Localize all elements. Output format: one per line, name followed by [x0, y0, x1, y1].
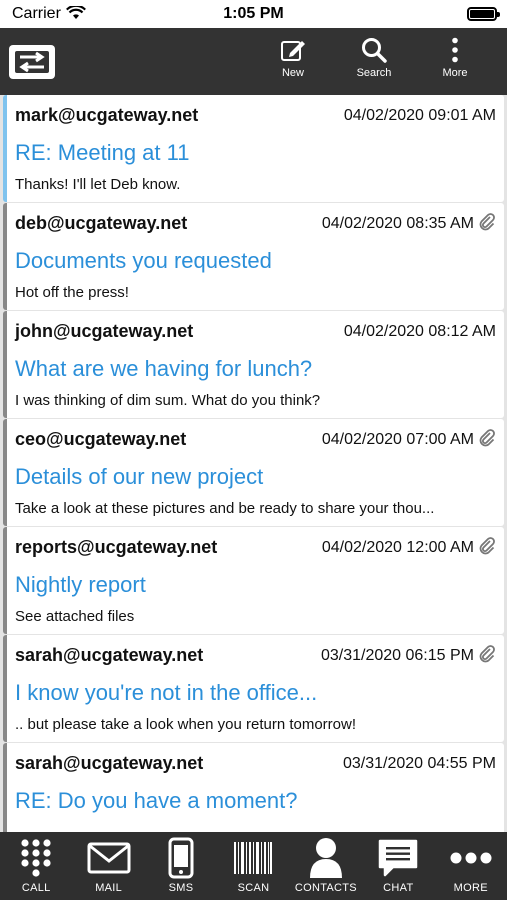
message-date: 04/02/2020 07:00 AM [321, 431, 474, 448]
message-item[interactable]: reports@ucgateway.net 04/02/2020 12:00 A… [3, 527, 504, 634]
phone-icon [168, 837, 194, 879]
message-sender: mark@ucgateway.net [15, 105, 199, 125]
tab-label: MORE [453, 882, 488, 894]
new-label: New [281, 67, 304, 79]
message-preview: I was thinking of dim sum. What do you t… [15, 392, 321, 409]
bottom-tab-bar: CALL MAIL SMS SCAN CONTACTS CHAT MORE [0, 832, 507, 900]
tab-label: MAIL [95, 882, 123, 894]
tab-mail[interactable]: MAIL [72, 832, 144, 900]
compose-icon [281, 41, 305, 61]
message-sender: reports@ucgateway.net [15, 537, 218, 557]
paperclip-icon [479, 429, 495, 447]
message-sender: john@ucgateway.net [15, 321, 194, 341]
message-item[interactable]: sarah@ucgateway.net 03/31/2020 04:55 PM … [3, 743, 504, 832]
message-subject: Details of our new project [15, 464, 264, 489]
mail-icon [87, 842, 131, 874]
tab-label: CALL [21, 882, 51, 894]
message-subject: Documents you requested [15, 248, 272, 273]
message-sender: ceo@ucgateway.net [15, 429, 187, 449]
search-button[interactable]: Search [344, 37, 404, 79]
more-menu-button[interactable]: More [425, 37, 485, 79]
message-date: 03/31/2020 04:55 PM [342, 755, 496, 772]
message-subject: RE: Do you have a moment? [15, 788, 298, 813]
message-subject: Nightly report [15, 572, 146, 597]
message-sender: deb@ucgateway.net [15, 213, 188, 233]
message-preview: See attached files [15, 608, 135, 625]
message-preview: Thanks! I'll let Deb know. [15, 176, 181, 193]
chat-icon [379, 839, 418, 877]
vertical-dots-icon [452, 37, 458, 63]
tab-chat[interactable]: CHAT [362, 832, 434, 900]
tab-sms[interactable]: SMS [145, 832, 217, 900]
status-bar: Carrier 1:05 PM [0, 0, 507, 28]
more-dots-icon [450, 852, 492, 864]
tab-more[interactable]: MORE [435, 832, 507, 900]
message-date: 04/02/2020 12:00 AM [321, 539, 474, 556]
message-item[interactable]: ceo@ucgateway.net 04/02/2020 07:00 AM De… [3, 419, 504, 526]
dialpad-icon [21, 839, 51, 877]
search-icon [362, 38, 387, 63]
message-date: 04/02/2020 08:35 AM [321, 215, 474, 232]
tab-contacts[interactable]: CONTACTS [290, 832, 362, 900]
clock: 1:05 PM [223, 5, 284, 22]
paperclip-icon [479, 537, 495, 555]
tab-label: CONTACTS [294, 882, 357, 894]
message-preview: Take a look at these pictures and be rea… [15, 500, 435, 517]
message-list[interactable]: mark@ucgateway.net 04/02/2020 09:01 AM R… [0, 95, 507, 832]
message-subject: RE: Meeting at 11 [15, 140, 190, 165]
search-label: Search [356, 67, 392, 79]
message-subject: What are we having for lunch? [15, 356, 313, 381]
contact-icon [309, 838, 342, 878]
toolbar: New Search More [0, 28, 507, 95]
battery-icon [467, 7, 500, 21]
message-item[interactable]: sarah@ucgateway.net 03/31/2020 06:15 PM … [3, 635, 504, 742]
message-sender: sarah@ucgateway.net [15, 645, 204, 665]
message-preview: .. but please take a look when you retur… [15, 716, 357, 733]
tab-label: SMS [168, 882, 194, 894]
app-logo-icon [9, 45, 55, 79]
tab-scan[interactable]: SCAN [217, 832, 289, 900]
barcode-icon [234, 842, 273, 874]
paperclip-icon [479, 645, 495, 663]
more-label: More [442, 67, 468, 79]
message-subject: I know you're not in the office... [15, 680, 318, 705]
message-sender: sarah@ucgateway.net [15, 753, 204, 773]
paperclip-icon [479, 213, 495, 231]
message-date: 04/02/2020 09:01 AM [343, 107, 496, 124]
tab-label: SCAN [237, 882, 270, 894]
message-item[interactable]: john@ucgateway.net 04/02/2020 08:12 AM W… [3, 311, 504, 418]
message-item[interactable]: deb@ucgateway.net 04/02/2020 08:35 AM Do… [3, 203, 504, 310]
message-preview: Hot off the press! [15, 284, 129, 301]
message-date: 04/02/2020 08:12 AM [343, 323, 496, 340]
tab-label: CHAT [383, 882, 414, 894]
message-item[interactable]: mark@ucgateway.net 04/02/2020 09:01 AM R… [3, 95, 504, 202]
tab-call[interactable]: CALL [0, 832, 72, 900]
new-button[interactable]: New [263, 37, 323, 79]
message-date: 03/31/2020 06:15 PM [320, 647, 474, 664]
